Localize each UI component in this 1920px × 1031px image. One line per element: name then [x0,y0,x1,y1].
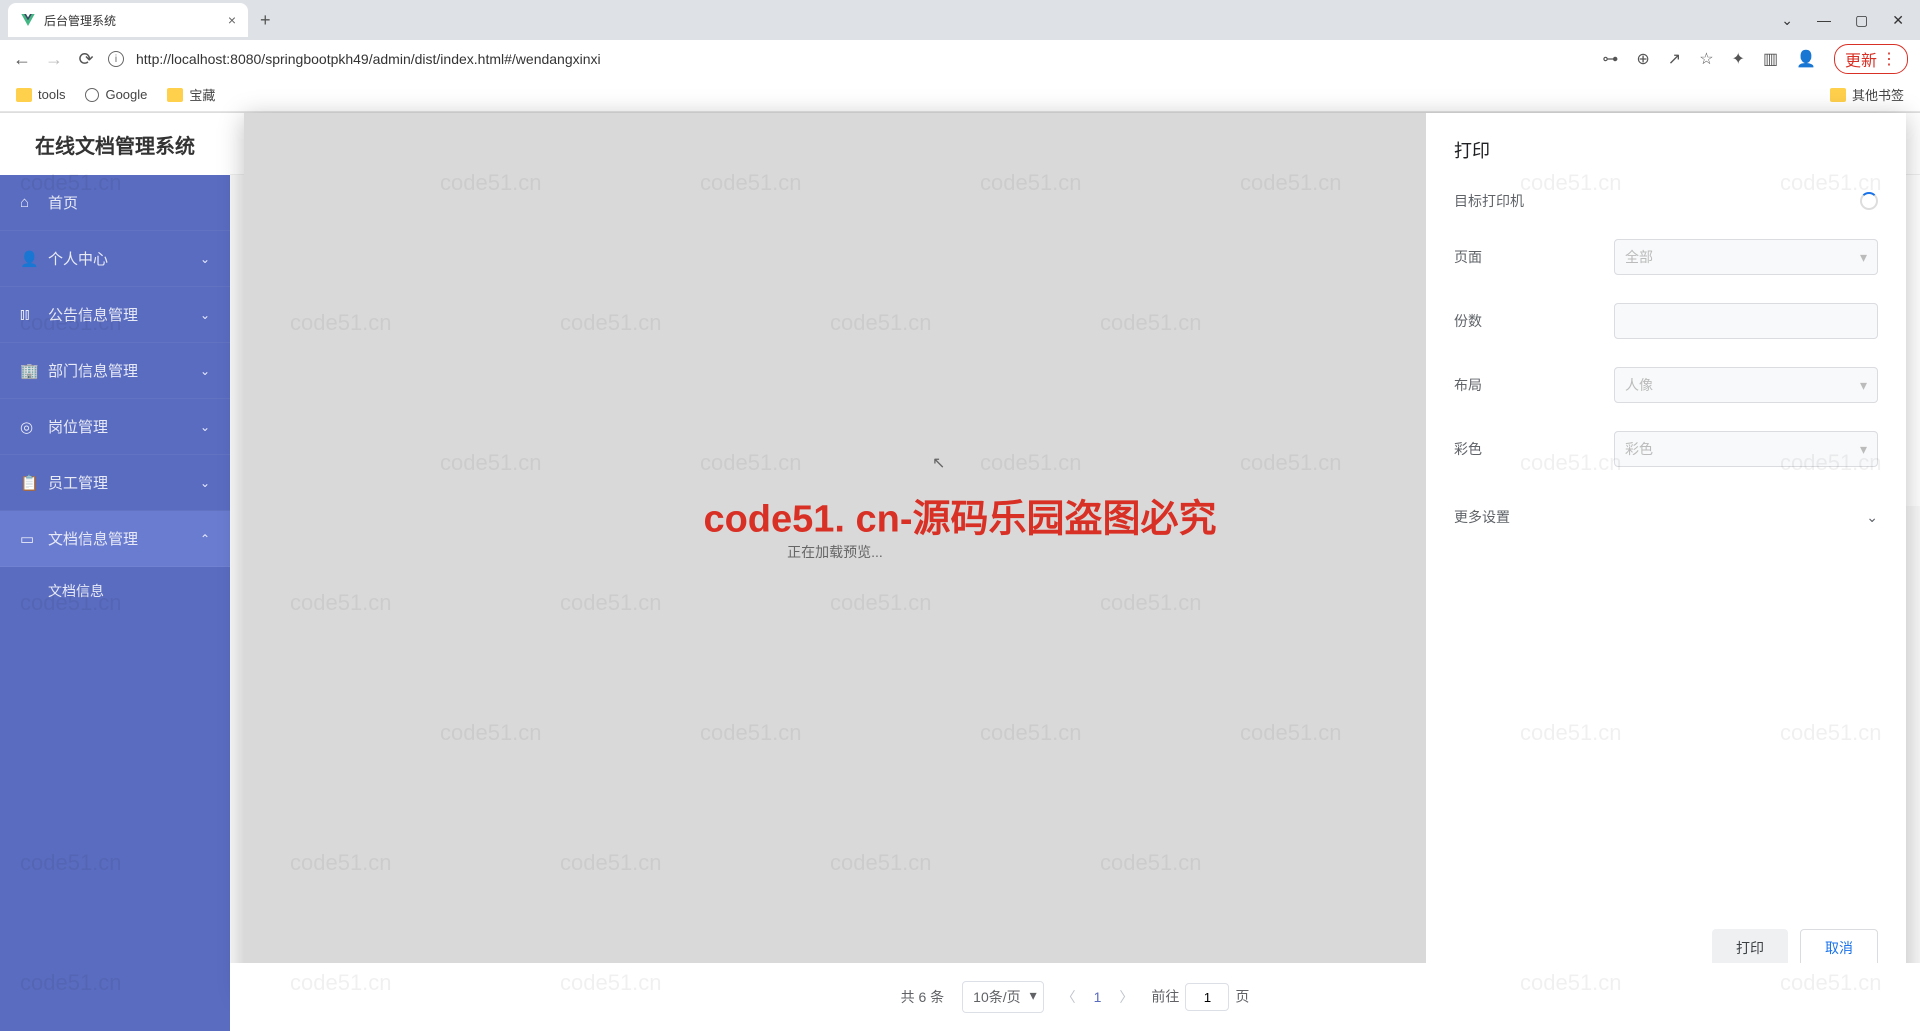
print-title: 打印 [1454,137,1878,163]
app-logo: 在线文档管理系统 [0,113,230,175]
sidebar-item-personal[interactable]: 👤个人中心⌄ [0,231,230,287]
user-icon: 👤 [20,250,36,268]
print-button[interactable]: 打印 [1712,929,1788,967]
sidebar-menu: ⌂首页 👤个人中心⌄ ⫾⫾公告信息管理⌄ 🏢部门信息管理⌄ ◎岗位管理⌄ 📋员工… [0,175,230,1031]
print-color-select[interactable]: 彩色▾ [1614,431,1878,467]
chevron-down-icon: ⌄ [200,476,210,490]
bookmark-google[interactable]: Google [85,87,147,102]
main-content: 管理员 abo 退出登录 首页 文档 操作 ☰详情 ✎修改 🗑删除 ☰详情 ✎修… [230,113,1920,1031]
print-dialog: 正在加载预览... ↖ 打印 目标打印机 页面 全部▾ 份数 布局 [244,113,1906,991]
window-controls: ⌄ — ▢ ✕ [1781,12,1920,29]
maximize-icon[interactable]: ▢ [1855,12,1868,29]
sidebar-item-position[interactable]: ◎岗位管理⌄ [0,399,230,455]
print-layout-label: 布局 [1454,375,1614,395]
sidebar-item-dept[interactable]: 🏢部门信息管理⌄ [0,343,230,399]
back-button[interactable]: ← [12,49,32,70]
print-preview: 正在加载预览... ↖ [244,113,1426,991]
bookmark-baozang[interactable]: 宝藏 [167,85,215,104]
page-jump: 前往页 [1151,983,1249,1011]
sidepanel-icon[interactable]: ▥ [1763,49,1778,69]
tab-bar: 后台管理系统 × + ⌄ — ▢ ✕ [0,0,1920,40]
chevron-down-icon: ▾ [1030,987,1037,1004]
dropdown-icon[interactable]: ⌄ [1781,12,1793,29]
chevron-down-icon: ⌄ [200,364,210,378]
app-container: 在线文档管理系统 ⌂首页 👤个人中心⌄ ⫾⫾公告信息管理⌄ 🏢部门信息管理⌄ ◎… [0,113,1920,1031]
sidebar-subitem-docinfo[interactable]: 文档信息 [0,567,230,615]
chart-icon: ⫾⫾ [20,306,36,323]
prev-page-button[interactable]: 〈 [1062,987,1076,1007]
more-settings-toggle[interactable]: 更多设置⌄ [1454,495,1878,539]
zoom-icon[interactable]: ⊕ [1636,49,1649,69]
next-page-button[interactable]: 〉 [1119,987,1133,1007]
chevron-down-icon: ▾ [1860,441,1867,458]
cancel-button[interactable]: 取消 [1800,929,1878,967]
pagination-total: 共 6 条 [901,987,945,1007]
print-target-label: 目标打印机 [1454,191,1614,211]
cursor-icon: ↖ [932,453,945,473]
home-icon: ⌂ [20,194,36,211]
print-settings-panel: 打印 目标打印机 页面 全部▾ 份数 布局 人像▾ 彩 [1426,113,1906,991]
bookmark-other[interactable]: 其他书签 [1830,85,1904,104]
print-copies-input[interactable] [1614,303,1878,339]
chevron-down-icon: ⌄ [200,308,210,322]
folder-icon [16,88,32,102]
sidebar-item-docmgmt[interactable]: ▭文档信息管理⌃ [0,511,230,567]
current-page[interactable]: 1 [1094,989,1102,1005]
window-close-icon[interactable]: ✕ [1892,12,1904,29]
extensions-icon[interactable]: ✦ [1732,49,1745,69]
preview-loading-text: 正在加载预览... [787,542,883,562]
sidebar: 在线文档管理系统 ⌂首页 👤个人中心⌄ ⫾⫾公告信息管理⌄ 🏢部门信息管理⌄ ◎… [0,113,230,1031]
share-icon[interactable]: ↗ [1668,49,1681,69]
chevron-up-icon: ⌃ [200,532,210,546]
sidebar-item-staff[interactable]: 📋员工管理⌄ [0,455,230,511]
key-icon[interactable]: ⊶ [1602,49,1618,69]
update-button[interactable]: 更新 ⋮ [1834,44,1908,74]
bookmark-tools[interactable]: tools [16,87,65,102]
staff-icon: 📋 [20,474,36,492]
address-bar: ← → ⟳ i http://localhost:8080/springboot… [0,40,1920,78]
print-pages-select[interactable]: 全部▾ [1614,239,1878,275]
minimize-icon[interactable]: — [1817,12,1831,29]
browser-tab[interactable]: 后台管理系统 × [8,3,248,37]
doc-icon: ▭ [20,530,36,548]
bookmarks-bar: tools Google 宝藏 其他书签 [0,78,1920,112]
url-text[interactable]: http://localhost:8080/springbootpkh49/ad… [136,51,1590,67]
reload-button[interactable]: ⟳ [76,49,96,70]
loading-spinner-icon [1860,192,1878,210]
sidebar-item-home[interactable]: ⌂首页 [0,175,230,231]
chevron-down-icon: ⌄ [200,420,210,434]
chevron-down-icon: ⌄ [1866,509,1878,526]
site-info-icon[interactable]: i [108,51,124,67]
chevron-down-icon: ▾ [1860,377,1867,394]
chevron-down-icon: ▾ [1860,249,1867,266]
vue-icon [20,12,36,28]
print-layout-select[interactable]: 人像▾ [1614,367,1878,403]
folder-icon [167,88,183,102]
close-icon[interactable]: × [228,12,236,28]
page-size-select[interactable]: 10条/页 ▾ [962,981,1043,1013]
pagination: 共 6 条 10条/页 ▾ 〈 1 〉 前往页 [230,963,1920,1031]
profile-icon[interactable]: 👤 [1796,49,1816,69]
chevron-down-icon: ⌄ [200,252,210,266]
address-tools: ⊶ ⊕ ↗ ☆ ✦ ▥ 👤 更新 ⋮ [1602,44,1908,74]
new-tab-button[interactable]: + [248,10,283,31]
position-icon: ◎ [20,418,36,436]
forward-button[interactable]: → [44,49,64,70]
page-jump-input[interactable] [1185,983,1229,1011]
globe-icon [85,88,99,102]
print-pages-label: 页面 [1454,247,1614,267]
print-color-label: 彩色 [1454,439,1614,459]
folder-icon [1830,88,1846,102]
bookmark-icon[interactable]: ☆ [1699,49,1713,69]
sidebar-item-notice[interactable]: ⫾⫾公告信息管理⌄ [0,287,230,343]
tab-title: 后台管理系统 [44,12,220,29]
dept-icon: 🏢 [20,362,36,380]
print-copies-label: 份数 [1454,311,1614,331]
browser-chrome: 后台管理系统 × + ⌄ — ▢ ✕ ← → ⟳ i http://localh… [0,0,1920,113]
